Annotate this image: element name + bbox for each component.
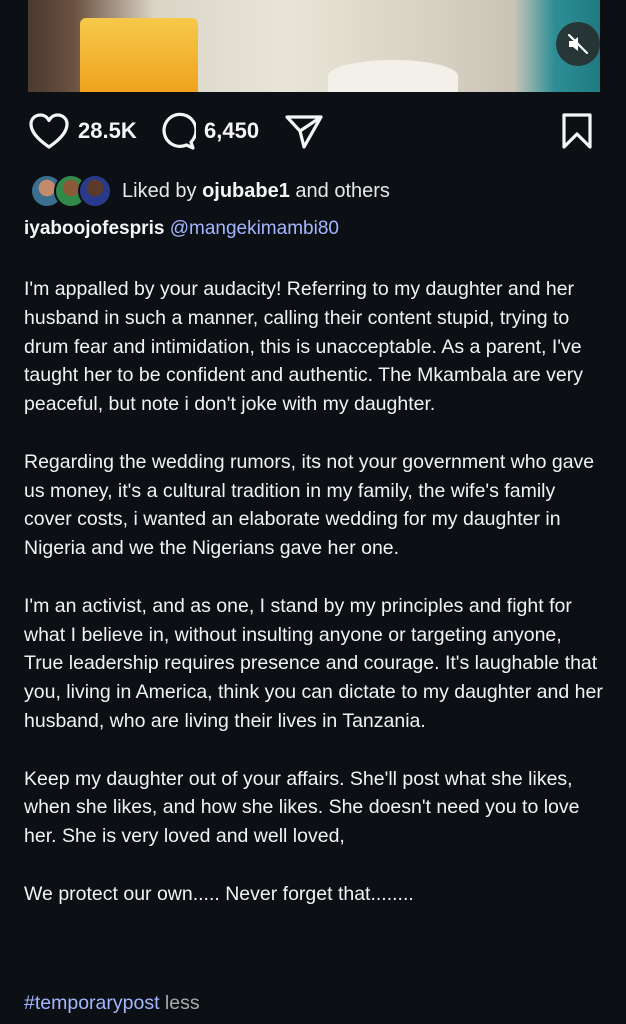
share-action[interactable]: [284, 112, 324, 150]
liked-by-row[interactable]: Liked by ojubabe1 and others: [30, 172, 390, 210]
comment-action[interactable]: 6,450: [158, 112, 259, 150]
hashtag-link[interactable]: #temporarypost: [24, 992, 159, 1014]
caption-footer: #temporarypost less: [24, 992, 200, 1015]
heart-icon[interactable]: [28, 112, 70, 150]
juice-glass-image: [80, 18, 198, 92]
liked-by-username[interactable]: ojubabe1: [202, 180, 290, 202]
post-caption: I'm appalled by your audacity! Referring…: [24, 275, 604, 937]
speaker-muted-icon: [567, 33, 589, 55]
mute-button[interactable]: [556, 22, 600, 66]
comment-icon[interactable]: [158, 112, 196, 150]
avatar: [78, 174, 112, 208]
liked-by-prefix: Liked by: [122, 179, 203, 202]
caption-paragraph: Keep my daughter out of your affairs. Sh…: [24, 767, 580, 848]
caption-paragraph: I'm appalled by your audacity! Referring…: [24, 278, 583, 416]
comment-count[interactable]: 6,450: [204, 118, 259, 144]
mention-link[interactable]: @mangekimambi80: [170, 218, 339, 239]
caption-header: iyaboojofespris @mangekimambi80: [24, 218, 339, 240]
like-action[interactable]: 28.5K: [28, 112, 137, 150]
like-count[interactable]: 28.5K: [78, 118, 137, 144]
save-action[interactable]: [560, 112, 594, 150]
author-username[interactable]: iyaboojofespris: [24, 218, 164, 239]
post-actions-bar: 28.5K 6,450: [0, 92, 626, 168]
liked-by-text[interactable]: Liked by ojubabe1 and others: [122, 180, 390, 203]
bookmark-icon[interactable]: [560, 112, 594, 150]
show-less-button[interactable]: less: [165, 992, 200, 1014]
post-media[interactable]: [0, 0, 626, 92]
share-icon[interactable]: [284, 112, 324, 150]
caption-paragraph: We protect our own..... Never forget tha…: [24, 882, 414, 905]
liked-by-suffix[interactable]: and others: [290, 180, 390, 202]
bowl-image: [328, 60, 458, 92]
liker-avatars: [30, 174, 112, 208]
post-video-frame[interactable]: [28, 0, 600, 92]
caption-paragraph: Regarding the wedding rumors, its not yo…: [24, 450, 595, 560]
caption-paragraph: I'm an activist, and as one, I stand by …: [24, 594, 603, 732]
